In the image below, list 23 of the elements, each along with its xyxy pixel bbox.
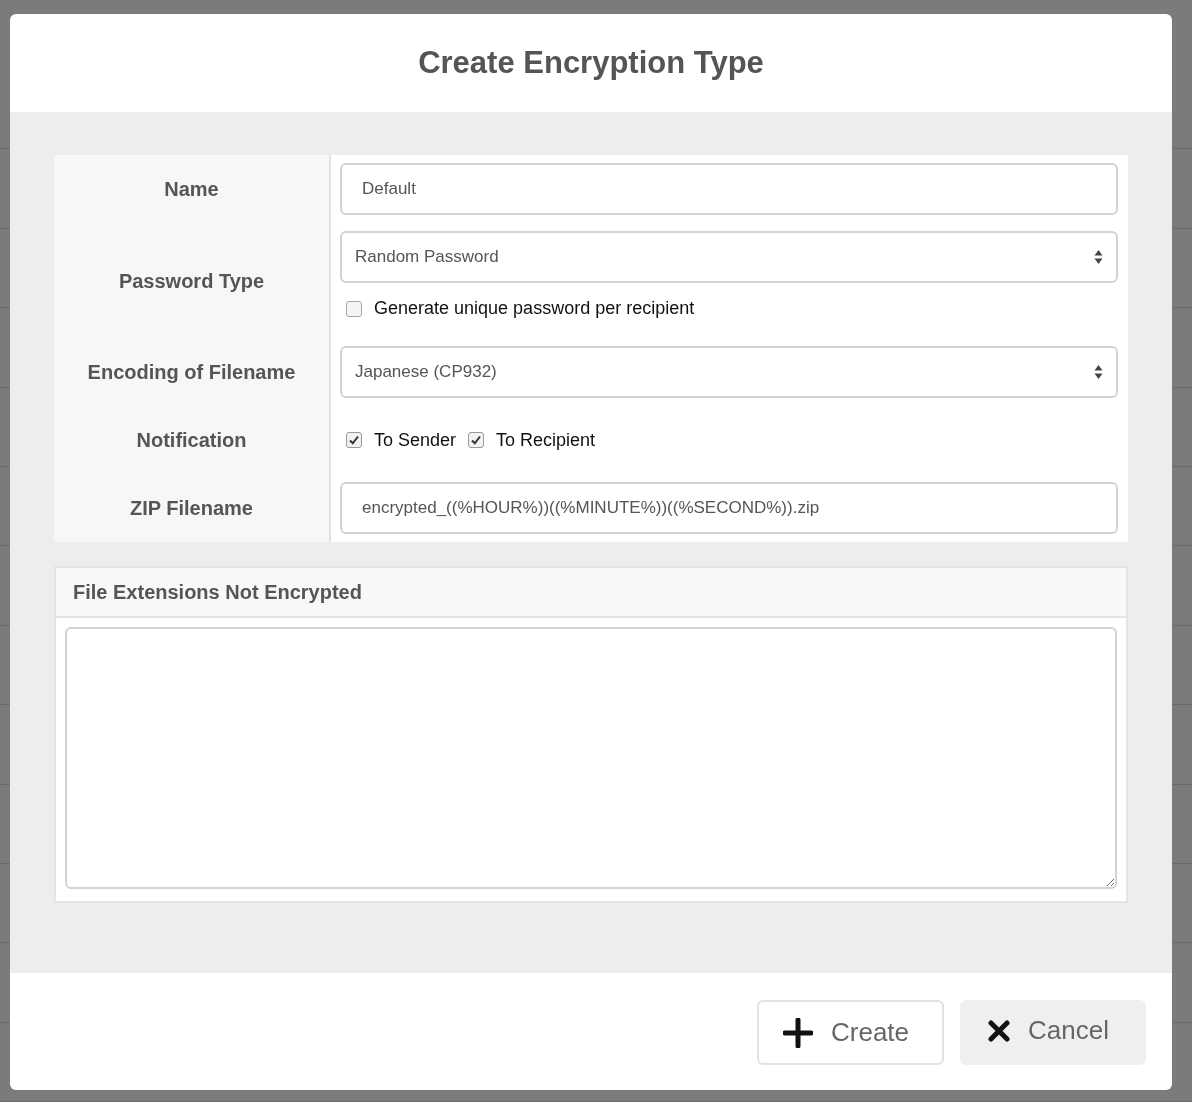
field-label: ZIP Filename bbox=[130, 496, 253, 521]
field-label: Name bbox=[164, 177, 219, 202]
select-field[interactable]: Japanese (CP932) bbox=[340, 346, 1118, 398]
checkbox[interactable] bbox=[346, 300, 362, 317]
text-field[interactable]: encrypted_((%HOUR%))((%MINUTE%))((%SECOND%)).zip bbox=[340, 482, 1118, 534]
select-field[interactable]: Random Password bbox=[340, 231, 1118, 283]
select-arrows-icon bbox=[1094, 249, 1103, 265]
close-icon bbox=[988, 1019, 1010, 1042]
dialog-title: Create Encryption Type bbox=[418, 43, 764, 82]
plus-icon bbox=[783, 1017, 813, 1048]
checkbox-label: To Sender bbox=[374, 428, 457, 452]
text-field[interactable]: Default bbox=[340, 163, 1118, 215]
checkbox-label: To Recipient bbox=[496, 428, 596, 452]
checkbox-label: Generate unique password per recipient bbox=[374, 297, 695, 320]
checkbox[interactable] bbox=[468, 432, 485, 448]
cancel-button[interactable]: Cancel bbox=[960, 1000, 1146, 1065]
panel-title: File Extensions Not Encrypted bbox=[73, 580, 362, 605]
field-label: Encoding of Filename bbox=[87, 360, 296, 385]
field-label: Notification bbox=[136, 428, 247, 453]
field-label: Password Type bbox=[118, 268, 265, 294]
create-button[interactable]: Create bbox=[757, 1000, 944, 1065]
select-arrows-icon bbox=[1094, 364, 1103, 380]
checkbox[interactable] bbox=[346, 432, 362, 448]
